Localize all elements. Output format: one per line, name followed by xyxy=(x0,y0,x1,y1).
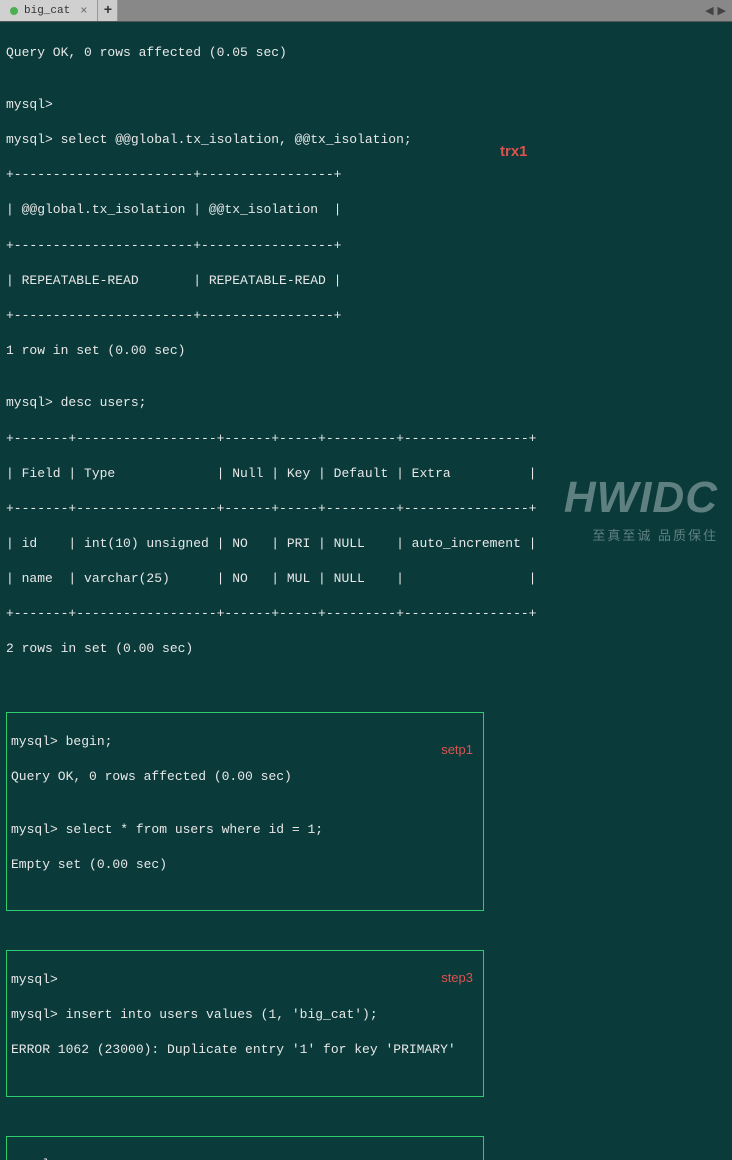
output-line: | name | varchar(25) | NO | MUL | NULL |… xyxy=(6,570,726,588)
new-tab-button[interactable]: + xyxy=(98,0,118,21)
output-line: | id | int(10) unsigned | NO | PRI | NUL… xyxy=(6,535,726,553)
tab-nav: ◀ ▶ xyxy=(699,0,732,21)
output-line: mysql> select * from users where id = 1; xyxy=(11,821,479,839)
output-line: +-----------------------+---------------… xyxy=(6,166,726,184)
output-line: mysql> insert into users values (1, 'big… xyxy=(11,1006,479,1024)
output-line: | Field | Type | Null | Key | Default | … xyxy=(6,465,726,483)
output-line: +-----------------------+---------------… xyxy=(6,307,726,325)
nav-left-icon[interactable]: ◀ xyxy=(705,4,713,18)
output-line: | @@global.tx_isolation | @@tx_isolation… xyxy=(6,201,726,219)
output-line: 2 rows in set (0.00 sec) xyxy=(6,640,726,658)
tab-title: big_cat xyxy=(24,5,70,17)
between-box: mysql> mysql> xyxy=(6,1136,484,1160)
output-line: Query OK, 0 rows affected (0.05 sec) xyxy=(6,44,726,62)
tab-active-dot-icon xyxy=(10,7,18,15)
output-line: Empty set (0.00 sec) xyxy=(11,856,479,874)
output-line: mysql> xyxy=(6,96,726,114)
output-line: +-------+------------------+------+-----… xyxy=(6,605,726,623)
output-line: mysql> xyxy=(11,1156,479,1160)
tab-bar: big_cat × + ◀ ▶ xyxy=(0,0,732,22)
output-line: 1 row in set (0.00 sec) xyxy=(6,342,726,360)
output-line: +-------+------------------+------+-----… xyxy=(6,500,726,518)
trx1-label: trx1 xyxy=(500,142,528,162)
output-line: mysql> begin; xyxy=(11,733,479,751)
output-line: +-----------------------+---------------… xyxy=(6,237,726,255)
output-line: mysql> xyxy=(11,971,479,989)
output-line: | REPEATABLE-READ | REPEATABLE-READ | xyxy=(6,272,726,290)
output-line: mysql> select @@global.tx_isolation, @@t… xyxy=(6,131,726,149)
step1-label: setp1 xyxy=(441,741,473,759)
tab-spacer xyxy=(118,0,699,21)
terminal-output[interactable]: Query OK, 0 rows affected (0.05 sec) mys… xyxy=(0,22,732,1160)
step1-box: mysql> begin; Query OK, 0 rows affected … xyxy=(6,712,484,911)
step3-box: mysql> mysql> insert into users values (… xyxy=(6,950,484,1096)
tab-big-cat[interactable]: big_cat × xyxy=(0,0,98,21)
output-line: mysql> desc users; xyxy=(6,394,726,412)
nav-right-icon[interactable]: ▶ xyxy=(718,4,726,18)
step3-label: step3 xyxy=(441,969,473,987)
output-line: Query OK, 0 rows affected (0.00 sec) xyxy=(11,768,479,786)
close-icon[interactable]: × xyxy=(80,4,87,18)
plus-icon: + xyxy=(104,3,112,19)
output-line: ERROR 1062 (23000): Duplicate entry '1' … xyxy=(11,1041,479,1059)
output-line: +-------+------------------+------+-----… xyxy=(6,430,726,448)
